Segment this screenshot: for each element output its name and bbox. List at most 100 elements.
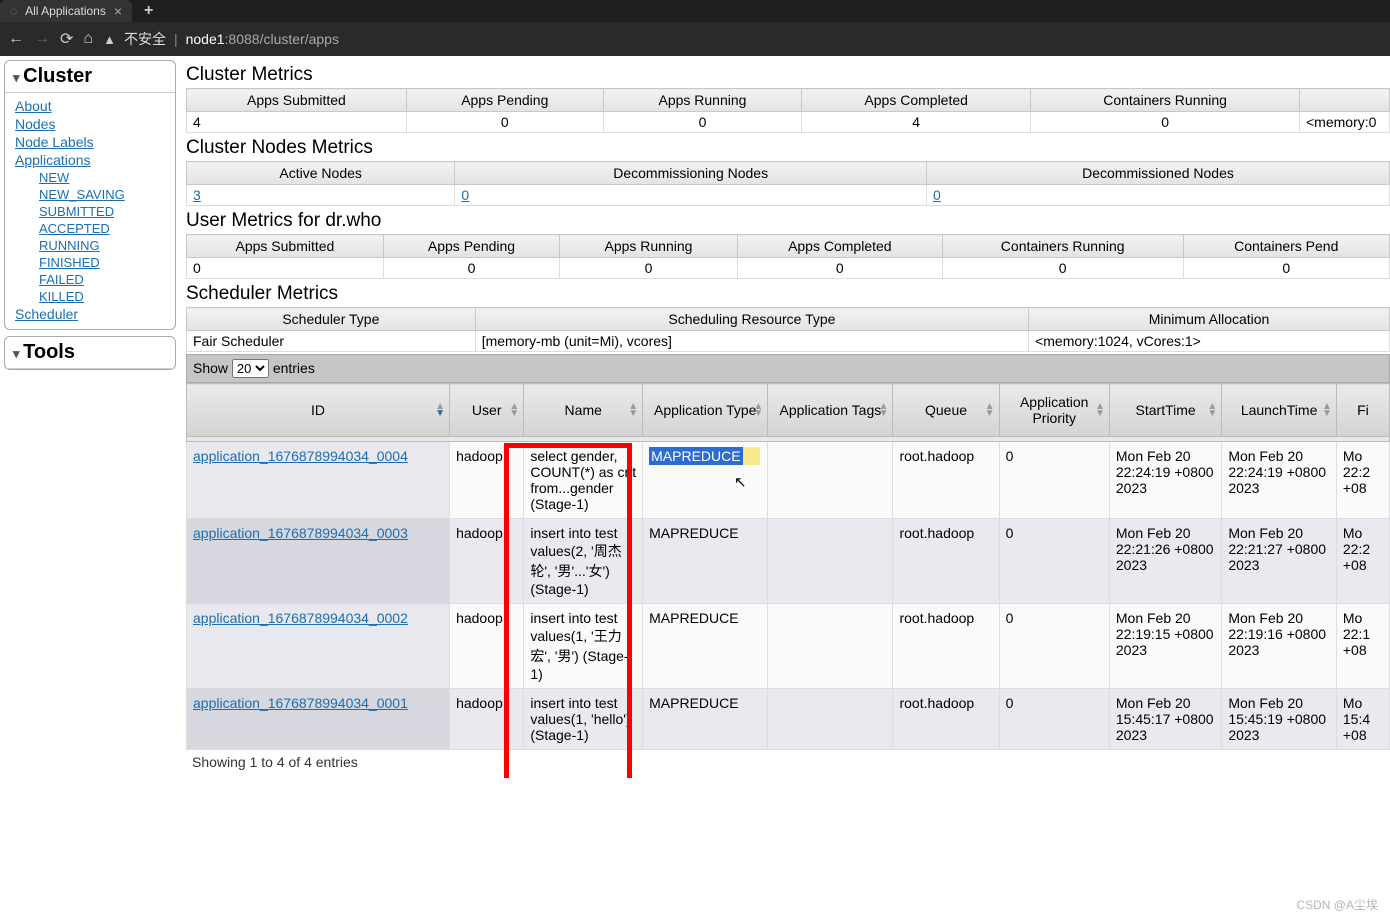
th-queue[interactable]: Queue▲▼ — [893, 384, 999, 437]
security-label: 不安全 — [124, 29, 166, 49]
cell-tags — [768, 604, 893, 689]
new-tab-button[interactable]: + — [144, 2, 153, 20]
th-start[interactable]: StartTime▲▼ — [1109, 384, 1221, 437]
td-apps-running: 0 — [603, 112, 801, 133]
cell-launch: Mon Feb 20 22:19:16 +0800 2023 — [1222, 604, 1337, 689]
cell-type: MAPREDUCE — [643, 519, 768, 604]
td-apps-completed: 4 — [802, 112, 1031, 133]
th-apptags[interactable]: Application Tags▲▼ — [768, 384, 893, 437]
cell-launch: Mon Feb 20 15:45:19 +0800 2023 — [1222, 689, 1337, 750]
cell-user: hadoop — [450, 604, 524, 689]
nav-applications[interactable]: Applications — [15, 151, 175, 169]
home-button[interactable]: ⌂ — [83, 30, 93, 48]
cell-user: hadoop — [450, 689, 524, 750]
nav-about[interactable]: About — [15, 97, 175, 115]
cluster-title[interactable]: Cluster — [5, 61, 175, 93]
cell-name: insert into test values(2, '周杰轮', '男'...… — [524, 519, 643, 604]
app-link[interactable]: application_1676878994034_0003 — [193, 525, 408, 541]
th-sched-res[interactable]: Scheduling Resource Type — [475, 308, 1028, 331]
tools-title[interactable]: Tools — [5, 337, 175, 369]
td-u-submitted: 0 — [187, 258, 384, 279]
nav-scheduler[interactable]: Scheduler — [15, 305, 175, 323]
th-u-submitted[interactable]: Apps Submitted — [187, 235, 384, 258]
th-sched-type[interactable]: Scheduler Type — [187, 308, 476, 331]
th-u-completed[interactable]: Apps Completed — [737, 235, 942, 258]
th-apps-completed[interactable]: Apps Completed — [802, 89, 1031, 112]
app-link[interactable]: application_1676878994034_0004 — [193, 448, 408, 464]
th-apps-pending[interactable]: Apps Pending — [406, 89, 603, 112]
nav-state-new[interactable]: NEW — [39, 169, 175, 186]
entries-select[interactable]: 20 — [232, 359, 269, 378]
th-decommissioned-nodes[interactable]: Decommissioned Nodes — [927, 162, 1390, 185]
th-active-nodes[interactable]: Active Nodes — [187, 162, 455, 185]
nav-state-running[interactable]: RUNNING — [39, 237, 175, 254]
nav-state-submitted[interactable]: SUBMITTED — [39, 203, 175, 220]
th-u-cpend[interactable]: Containers Pend — [1183, 235, 1390, 258]
user-metrics-table: Apps Submitted Apps Pending Apps Running… — [186, 234, 1390, 279]
th-u-pending[interactable]: Apps Pending — [383, 235, 559, 258]
th-containers-running[interactable]: Containers Running — [1031, 89, 1300, 112]
apps-table: ID▲▼ User▲▼ Name▲▼ Application Type▲▼ Ap… — [186, 383, 1390, 750]
th-decomm-nodes[interactable]: Decommissioning Nodes — [455, 162, 927, 185]
link-active-nodes[interactable]: 3 — [193, 187, 201, 203]
th-name[interactable]: Name▲▼ — [524, 384, 643, 437]
cell-start: Mon Feb 20 22:19:15 +0800 2023 — [1109, 604, 1221, 689]
nav-state-failed[interactable]: FAILED — [39, 271, 175, 288]
reload-button[interactable]: ⟳ — [60, 29, 73, 49]
section-scheduler-metrics: Scheduler Metrics — [186, 283, 1390, 305]
url-box[interactable]: ▲ 不安全 | node1:8088/cluster/apps — [103, 29, 1382, 49]
th-fin[interactable]: Fi — [1336, 384, 1389, 437]
th-user[interactable]: User▲▼ — [450, 384, 524, 437]
table-row: application_1676878994034_0003 hadoopinse… — [187, 519, 1390, 604]
cell-name: insert into test values(1, 'hello') (Sta… — [524, 689, 643, 750]
app-link[interactable]: application_1676878994034_0002 — [193, 610, 408, 626]
forward-button[interactable]: → — [34, 30, 50, 48]
cell-queue: root.hadoop — [893, 689, 999, 750]
cluster-box: Cluster About Nodes Node Labels Applicat… — [4, 60, 176, 330]
cell-fin: Mo 15:4 +08 — [1336, 689, 1389, 750]
td-extra: <memory:0 — [1300, 112, 1390, 133]
nav-state-accepted[interactable]: ACCEPTED — [39, 220, 175, 237]
th-apptype[interactable]: Application Type▲▼ — [643, 384, 768, 437]
cell-tags — [768, 519, 893, 604]
link-decomm-nodes[interactable]: 0 — [461, 187, 469, 203]
nav-state-finished[interactable]: FINISHED — [39, 254, 175, 271]
cell-name: select gender, COUNT(*) as cnt from...ge… — [524, 442, 643, 519]
cell-priority: 0 — [999, 519, 1109, 604]
th-id[interactable]: ID▲▼ — [187, 384, 450, 437]
td-u-running: 0 — [560, 258, 738, 279]
cell-queue: root.hadoop — [893, 519, 999, 604]
link-decommissioned-nodes[interactable]: 0 — [933, 187, 941, 203]
cell-id: application_1676878994034_0003 — [187, 519, 450, 604]
content: Cluster Metrics Apps Submitted Apps Pend… — [180, 56, 1390, 778]
th-apps-submitted[interactable]: Apps Submitted — [187, 89, 407, 112]
td-apps-submitted: 4 — [187, 112, 407, 133]
cell-launch: Mon Feb 20 22:21:27 +0800 2023 — [1222, 519, 1337, 604]
td-decomm-nodes: 0 — [455, 185, 927, 206]
th-priority[interactable]: Application Priority▲▼ — [999, 384, 1109, 437]
th-apps-running[interactable]: Apps Running — [603, 89, 801, 112]
show-label: Show — [193, 360, 228, 376]
watermark: CSDN @A尘埃 — [1296, 896, 1378, 913]
nav-state-killed[interactable]: KILLED — [39, 288, 175, 305]
address-bar: ← → ⟳ ⌂ ▲ 不安全 | node1:8088/cluster/apps — [0, 22, 1390, 56]
close-icon[interactable]: × — [114, 3, 122, 19]
cell-priority: 0 — [999, 604, 1109, 689]
th-u-running[interactable]: Apps Running — [560, 235, 738, 258]
th-sched-min[interactable]: Minimum Allocation — [1029, 308, 1390, 331]
td-u-completed: 0 — [737, 258, 942, 279]
nav-node-labels[interactable]: Node Labels — [15, 133, 175, 151]
nav-state-new-saving[interactable]: NEW_SAVING — [39, 186, 175, 203]
th-u-crun[interactable]: Containers Running — [942, 235, 1183, 258]
back-button[interactable]: ← — [8, 30, 24, 48]
th-launch[interactable]: LaunchTime▲▼ — [1222, 384, 1337, 437]
nav-nodes[interactable]: Nodes — [15, 115, 175, 133]
cell-user: hadoop — [450, 519, 524, 604]
cell-tags — [768, 689, 893, 750]
cell-queue: root.hadoop — [893, 604, 999, 689]
td-u-pending: 0 — [383, 258, 559, 279]
app-link[interactable]: application_1676878994034_0001 — [193, 695, 408, 711]
tab-bar: ◌ All Applications × + — [0, 0, 1390, 22]
browser-tab[interactable]: ◌ All Applications × — [0, 0, 132, 22]
section-user-metrics: User Metrics for dr.who — [186, 210, 1390, 232]
